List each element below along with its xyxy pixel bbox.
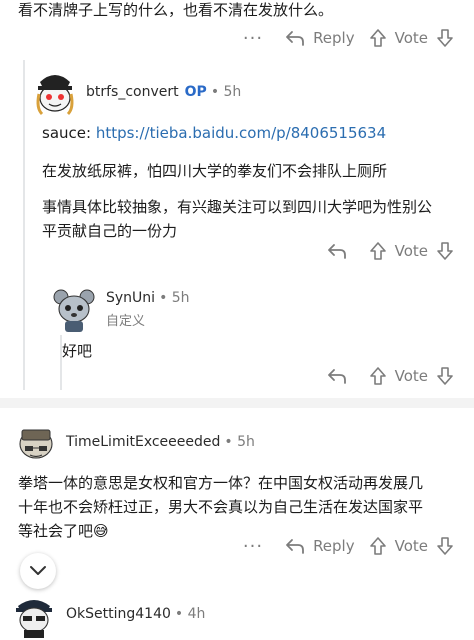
reply-arrow-icon: [286, 539, 304, 554]
vote-label: Vote: [394, 537, 428, 555]
synuni-header: SynUni • 5h: [106, 290, 190, 306]
top-comment-actions: ··· Reply Vote: [243, 24, 454, 52]
reply-button[interactable]: Reply: [285, 29, 355, 47]
op-paragraph-2-line2: 平贡献自己的一份力: [42, 222, 178, 240]
op-comment-header: btrfs_convert OP • 5h: [86, 84, 241, 100]
oksetting-header: OkSetting4140 • 4h: [66, 606, 205, 622]
avatar-btrfs[interactable]: [34, 68, 76, 116]
username-btrfs[interactable]: btrfs_convert: [86, 84, 179, 100]
comment-age: • 5h: [159, 290, 190, 306]
comment-age: • 4h: [174, 606, 206, 622]
reply-arrow-icon: [327, 369, 346, 384]
comment-age: • 5h: [210, 84, 242, 100]
op-badge: OP: [184, 84, 207, 100]
vote-label: Vote: [394, 242, 428, 260]
timelimit-line2: 十年也不会矫枉过正，男大不会真以为自己生活在发达国家平: [18, 498, 424, 516]
avatar-oksetting[interactable]: [12, 592, 56, 638]
reply-button[interactable]: Reply: [285, 537, 355, 555]
username-oksetting[interactable]: OkSetting4140: [66, 606, 171, 622]
downvote-arrow-icon[interactable]: [436, 366, 454, 386]
user-flair: 自定义: [106, 314, 146, 329]
thread-line-level1[interactable]: [23, 60, 25, 390]
op-paragraph-1: 在发放纸尿裤，怕四川大学的拳友们不会排队上厕所: [42, 162, 388, 180]
vote-control: Vote: [369, 28, 454, 48]
avatar-timelimit[interactable]: [16, 420, 56, 464]
avatar-synuni[interactable]: [52, 287, 96, 333]
reply-arrow-icon: [286, 31, 304, 46]
reply-label: Reply: [313, 537, 355, 555]
op-comment-actions: Vote: [327, 237, 454, 265]
chevron-down-icon: [30, 566, 46, 575]
vote-control: Vote: [369, 366, 454, 386]
more-options-icon[interactable]: ···: [243, 536, 263, 557]
timelimit-line1: 拳塔一体的意思是女权和官方一体？在中国女权活动再发展几: [18, 474, 424, 492]
synuni-comment-text: 好吧: [62, 342, 93, 360]
timelimit-header: TimeLimitExceeeeded • 5h: [66, 434, 255, 450]
timelimit-comment-actions: ··· Reply Vote: [243, 532, 454, 560]
timelimit-line3: 等社会了吧😅: [18, 522, 109, 540]
comment-divider: [0, 398, 474, 408]
upvote-arrow-icon[interactable]: [369, 28, 387, 48]
reply-button[interactable]: [327, 243, 355, 259]
upvote-arrow-icon[interactable]: [369, 536, 387, 556]
collapse-thread-button[interactable]: [20, 553, 56, 589]
sauce-line: sauce: https://tieba.baidu.com/p/8406515…: [42, 120, 386, 146]
op-paragraph-2-line1: 事情具体比较抽象，有兴趣关注可以到四川大学吧为性别公: [42, 198, 433, 216]
reply-button[interactable]: [327, 368, 355, 384]
synuni-comment-actions: Vote: [327, 362, 454, 390]
vote-control: Vote: [369, 241, 454, 261]
upvote-arrow-icon[interactable]: [369, 366, 387, 386]
reply-arrow-icon: [327, 244, 346, 259]
reply-label: Reply: [313, 29, 355, 47]
downvote-arrow-icon[interactable]: [436, 536, 454, 556]
top-comment-text: 看不清牌子上写的什么，也看不清在发放什么。: [18, 1, 334, 19]
downvote-arrow-icon[interactable]: [436, 241, 454, 261]
sauce-label: sauce:: [42, 124, 92, 142]
vote-control: Vote: [369, 536, 454, 556]
sauce-link[interactable]: https://tieba.baidu.com/p/8406515634: [96, 124, 386, 142]
downvote-arrow-icon[interactable]: [436, 28, 454, 48]
upvote-arrow-icon[interactable]: [369, 241, 387, 261]
more-options-icon[interactable]: ···: [243, 28, 263, 49]
username-timelimit[interactable]: TimeLimitExceeeeded: [66, 434, 220, 450]
username-synuni[interactable]: SynUni: [106, 290, 155, 306]
vote-label: Vote: [394, 29, 428, 47]
vote-label: Vote: [394, 367, 428, 385]
comment-age: • 5h: [224, 434, 255, 450]
